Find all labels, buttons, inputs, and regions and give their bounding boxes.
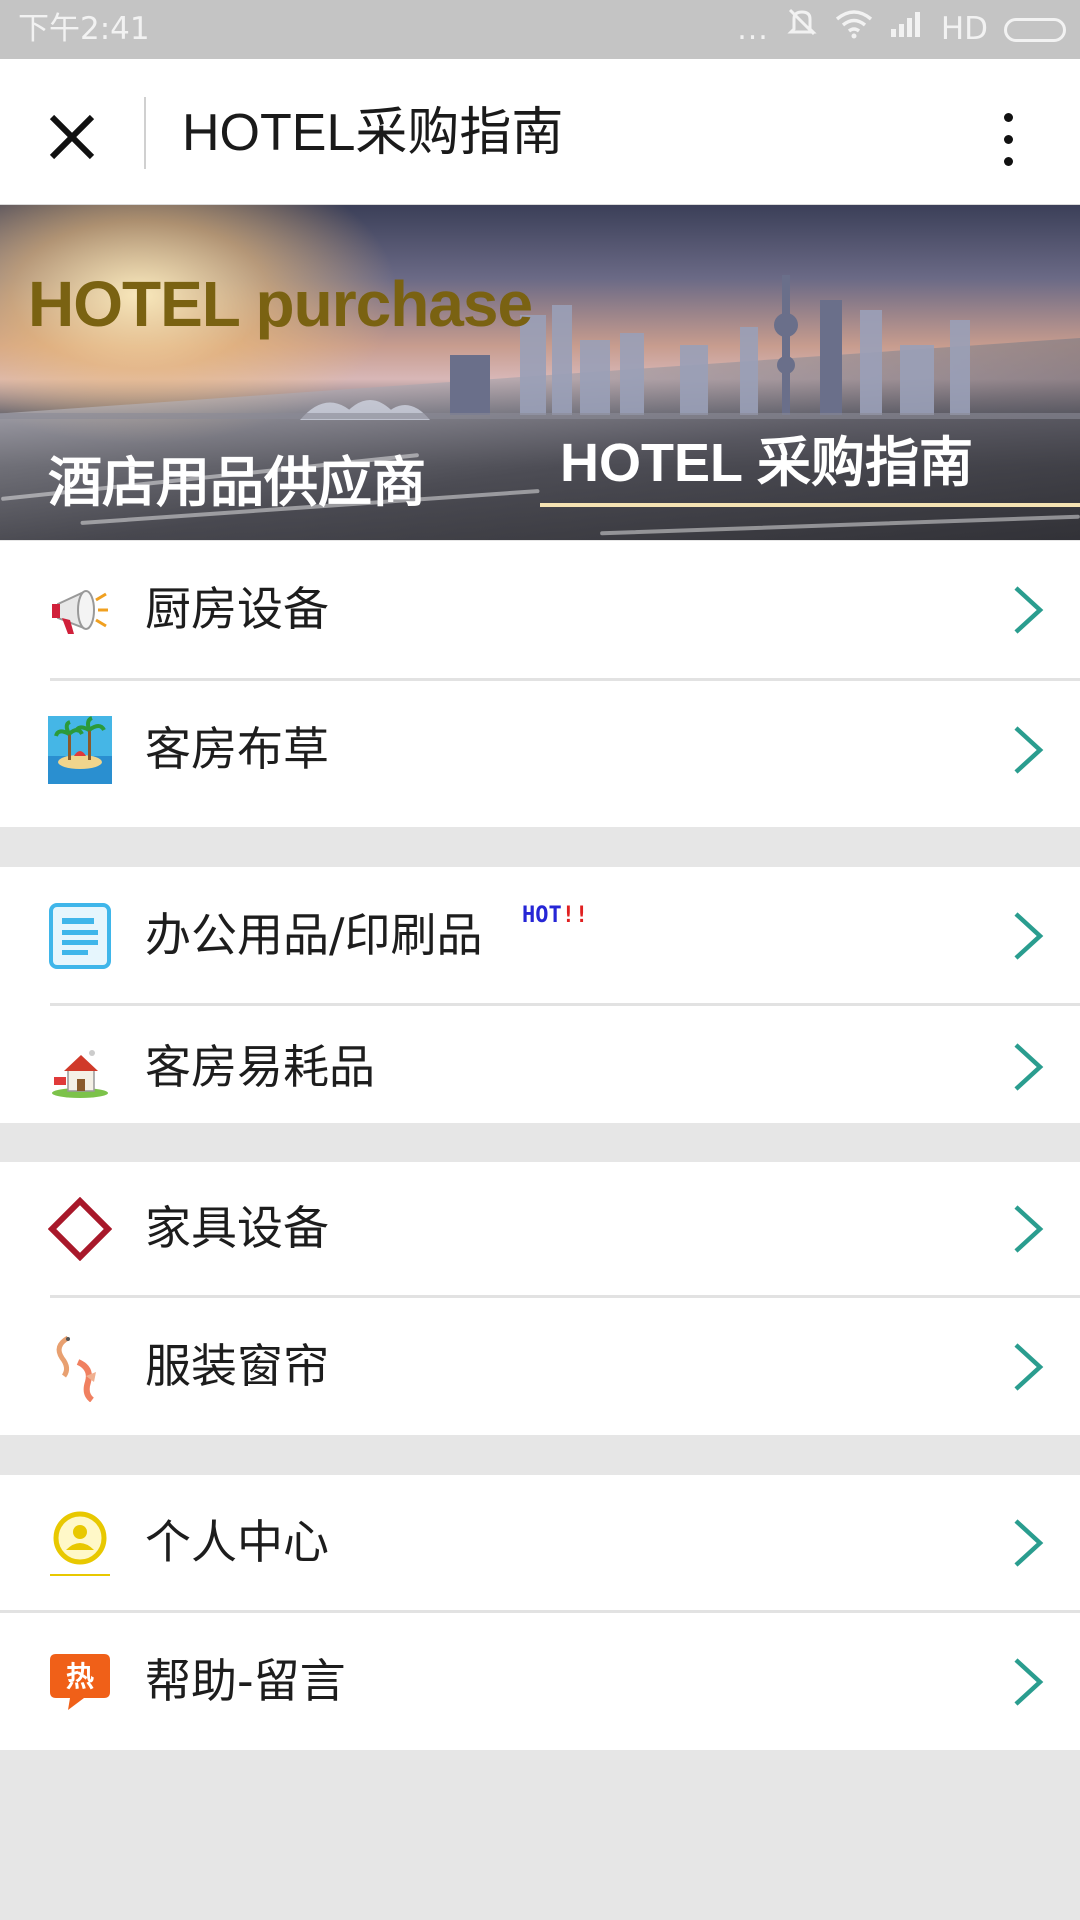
beach-island-icon xyxy=(48,715,112,784)
menu-group-4: 个人中心 热 帮助-留言 xyxy=(0,1475,1080,1750)
signal-icon xyxy=(889,0,925,59)
menu-item-furniture[interactable]: 家具设备 xyxy=(0,1162,1080,1295)
hero-banner: HOTEL purchase 酒店用品供应商 HOTEL 采购指南 xyxy=(0,205,1080,540)
banner-underline xyxy=(540,503,1080,507)
close-button[interactable] xyxy=(34,99,110,175)
menu-item-room-linen[interactable]: 客房布草 xyxy=(0,681,1080,818)
menu-item-label: 服装窗帘 xyxy=(145,1339,329,1393)
banner-title-en: HOTEL purchase xyxy=(28,268,533,340)
status-icons: ... HD xyxy=(737,0,1066,59)
divider xyxy=(50,1003,1080,1006)
menu-item-label: 帮助-留言 xyxy=(145,1654,346,1708)
close-icon xyxy=(49,114,95,160)
menu-item-label: 客房布草 xyxy=(145,722,329,776)
status-bar: 下午2:41 ... HD xyxy=(0,0,1080,59)
title-divider xyxy=(144,97,146,169)
title-bar: HOTEL采购指南 xyxy=(0,59,1080,205)
menu-item-label: 办公用品/印刷品 xyxy=(145,908,483,962)
wifi-icon xyxy=(835,0,873,59)
diamond-icon xyxy=(48,1196,112,1261)
notification-dots-icon: ... xyxy=(737,12,769,47)
chevron-right-icon xyxy=(1014,1043,1044,1091)
hot-badge: HOT!! xyxy=(522,903,589,928)
chevron-right-icon xyxy=(1014,1204,1044,1253)
status-time: 下午2:41 xyxy=(18,11,150,47)
koi-fish-icon xyxy=(48,1335,112,1402)
network-type: HD xyxy=(940,11,988,47)
menu-item-personal-center[interactable]: 个人中心 xyxy=(0,1475,1080,1610)
menu-group-3: 家具设备 服装窗帘 xyxy=(0,1162,1080,1435)
chevron-right-icon xyxy=(1014,911,1044,960)
mute-icon xyxy=(785,0,819,59)
banner-title-right: HOTEL 采购指南 xyxy=(560,433,974,493)
chevron-right-icon xyxy=(1014,1657,1044,1706)
battery-icon xyxy=(1004,17,1066,42)
menu-item-help-message[interactable]: 热 帮助-留言 xyxy=(0,1613,1080,1750)
menu-item-label: 家具设备 xyxy=(145,1201,329,1255)
menu-item-room-consumables[interactable]: 客房易耗品 xyxy=(0,1007,1080,1127)
menu-item-label: 个人中心 xyxy=(145,1515,329,1569)
banner-subtitle-cn: 酒店用品供应商 xyxy=(48,451,426,514)
chevron-right-icon xyxy=(1014,1518,1044,1567)
menu-item-label: 客房易耗品 xyxy=(145,1040,375,1094)
house-icon xyxy=(48,1041,112,1105)
chevron-right-icon xyxy=(1014,725,1044,774)
menu-group-1: 厨房设备 客房布草 xyxy=(0,541,1080,827)
menu-group-2: 办公用品/印刷品 HOT!! 客房易耗品 xyxy=(0,867,1080,1123)
chevron-right-icon xyxy=(1014,585,1044,634)
user-circle-icon xyxy=(48,1511,112,1576)
menu-item-kitchen-equipment[interactable]: 厨房设备 xyxy=(0,541,1080,678)
menu-item-label: 厨房设备 xyxy=(145,582,329,636)
menu-item-clothing-curtains[interactable]: 服装窗帘 xyxy=(0,1298,1080,1435)
megaphone-icon xyxy=(48,578,112,642)
more-options-button[interactable] xyxy=(985,99,1031,179)
chevron-right-icon xyxy=(1014,1342,1044,1391)
document-icon xyxy=(48,902,112,969)
svg-text:热: 热 xyxy=(66,1660,94,1693)
more-vertical-icon xyxy=(1003,112,1013,122)
hot-chat-icon: 热 xyxy=(48,1650,112,1714)
page-title: HOTEL采购指南 xyxy=(182,104,564,162)
menu-item-office-supplies[interactable]: 办公用品/印刷品 HOT!! xyxy=(0,867,1080,1004)
